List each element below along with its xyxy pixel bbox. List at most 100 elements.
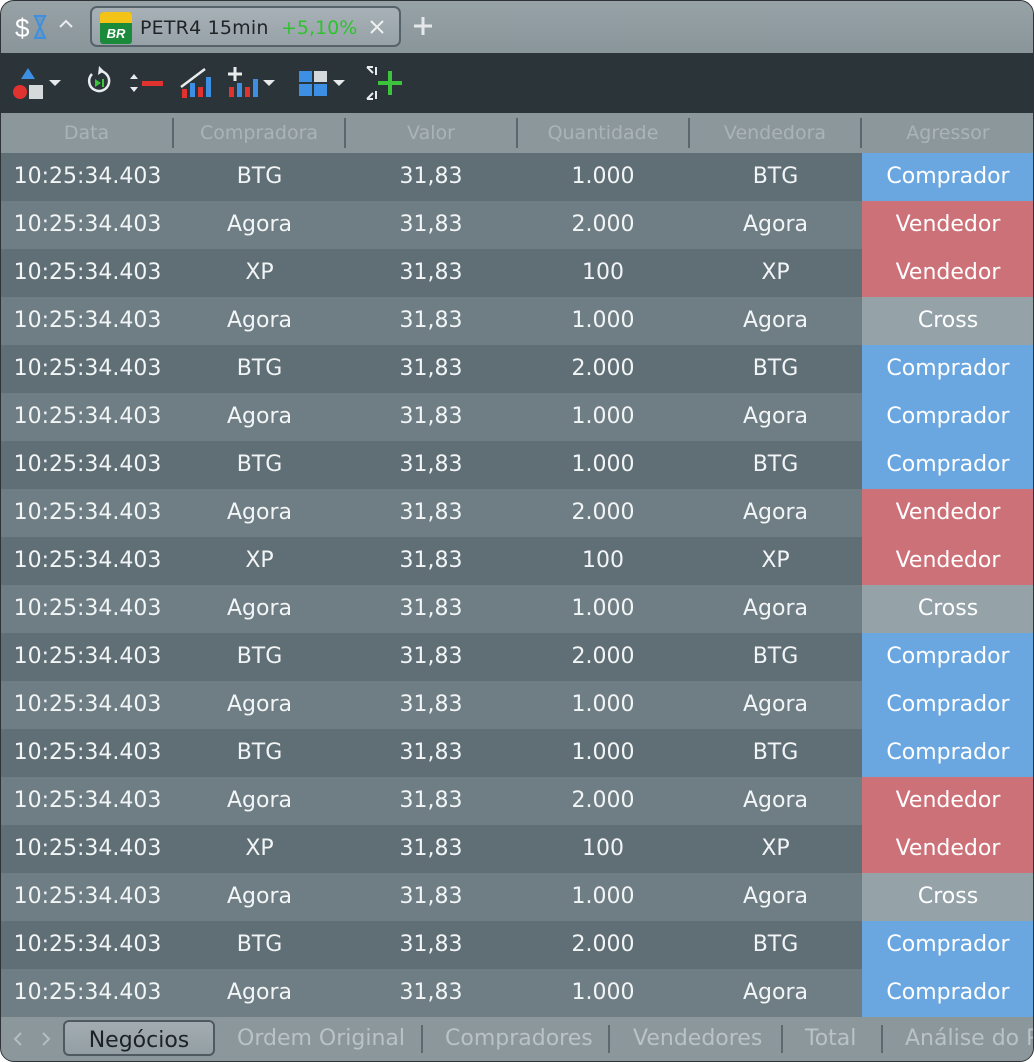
cell-quantidade: 1.000	[571, 308, 635, 333]
cell-compradora: Agora	[226, 308, 292, 333]
cell-quantidade: 100	[582, 836, 624, 861]
cell-quantidade: 1.000	[571, 692, 635, 717]
cell-vendedora: Agora	[742, 692, 808, 717]
tab-total[interactable]: Total	[805, 1020, 856, 1056]
cell-data: 10:25:34.403	[13, 404, 162, 429]
column-header-data[interactable]: Data	[1, 113, 172, 153]
cell-quantidade: 1.000	[571, 164, 635, 189]
cell-data: 10:25:34.403	[13, 596, 162, 621]
title-bar: $ BR PETR4 15min +5,10%	[1, 1, 1033, 53]
cell-valor: 31,83	[399, 404, 463, 429]
chevron-right-icon[interactable]	[39, 1031, 53, 1047]
tab-separator	[781, 1025, 783, 1053]
add-indicator-icon[interactable]	[225, 65, 279, 101]
cell-agressor: Comprador	[862, 345, 1033, 393]
chevron-up-icon[interactable]	[57, 15, 75, 33]
table-row[interactable]: 10:25:34.403 XP 31,83 100 XP Vendedor	[1, 825, 1033, 873]
column-header-vendedora[interactable]: Vendedora	[690, 113, 860, 153]
table-header: Data Compradora Valor Quantidade Vendedo…	[1, 113, 1033, 153]
reset-icon[interactable]	[83, 65, 115, 101]
cell-valor: 31,83	[399, 308, 463, 333]
tab-negocios[interactable]: Negócios	[63, 1020, 215, 1056]
dollar-hourglass-icon[interactable]: $	[15, 11, 51, 43]
cell-data: 10:25:34.403	[13, 788, 162, 813]
cell-quantidade: 100	[582, 548, 624, 573]
cell-quantidade: 2.000	[571, 644, 635, 669]
tab-separator	[421, 1025, 423, 1053]
tab-ordem-original[interactable]: Ordem Original	[237, 1020, 405, 1056]
table-row[interactable]: 10:25:34.403 XP 31,83 100 XP Vendedor	[1, 537, 1033, 585]
column-header-compradora[interactable]: Compradora	[174, 113, 344, 153]
table-row[interactable]: 10:25:34.403 BTG 31,83 2.000 BTG Comprador	[1, 633, 1033, 681]
cell-data: 10:25:34.403	[13, 692, 162, 717]
table-row[interactable]: 10:25:34.403 Agora 31,83 1.000 Agora Comprado…	[1, 681, 1033, 729]
table-row[interactable]: 10:25:34.403 BTG 31,83 1.000 BTG Comprador	[1, 729, 1033, 777]
zoom-out-icon[interactable]	[129, 65, 165, 101]
tab-compradores[interactable]: Compradores	[445, 1020, 593, 1056]
drawing-tools-icon[interactable]	[11, 65, 65, 101]
tab-analise[interactable]: Análise do P	[905, 1020, 1033, 1056]
cell-agressor: Vendedor	[862, 825, 1033, 873]
table-row[interactable]: 10:25:34.403 Agora 31,83 1.000 Agora Cross	[1, 297, 1033, 345]
cell-data: 10:25:34.403	[13, 260, 162, 285]
table-row[interactable]: 10:25:34.403 BTG 31,83 1.000 BTG Comprador	[1, 441, 1033, 489]
cell-quantidade: 1.000	[571, 980, 635, 1005]
candles-icon[interactable]	[179, 65, 215, 101]
cell-quantidade: 2.000	[571, 212, 635, 237]
cell-compradora: XP	[245, 548, 274, 573]
cell-valor: 31,83	[399, 884, 463, 909]
cell-compradora: BTG	[236, 452, 283, 477]
cell-data: 10:25:34.403	[13, 308, 162, 333]
close-icon[interactable]	[368, 18, 386, 36]
table-row[interactable]: 10:25:34.403 Agora 31,83 1.000 Agora Cross	[1, 585, 1033, 633]
tab-vendedores[interactable]: Vendedores	[633, 1020, 762, 1056]
cell-quantidade: 1.000	[571, 404, 635, 429]
cell-data: 10:25:34.403	[13, 644, 162, 669]
layout-icon[interactable]	[297, 65, 351, 101]
cell-vendedora: XP	[761, 260, 790, 285]
cell-vendedora: BTG	[752, 644, 799, 669]
table-row[interactable]: 10:25:34.403 Agora 31,83 1.000 Agora Comprado…	[1, 393, 1033, 441]
cell-valor: 31,83	[399, 788, 463, 813]
cell-agressor: Comprador	[862, 681, 1033, 729]
cell-vendedora: Agora	[742, 980, 808, 1005]
cell-quantidade: 2.000	[571, 356, 635, 381]
add-tab-icon[interactable]	[413, 16, 433, 36]
chart-tab[interactable]: BR PETR4 15min +5,10%	[90, 6, 401, 47]
column-header-agressor[interactable]: Agressor	[862, 113, 1033, 153]
cell-valor: 31,83	[399, 164, 463, 189]
toolbar	[1, 53, 1033, 113]
table-row[interactable]: 10:25:34.403 BTG 31,83 2.000 BTG Comprador	[1, 921, 1033, 969]
cell-compradora: Agora	[226, 788, 292, 813]
cell-compradora: BTG	[236, 644, 283, 669]
table-row[interactable]: 10:25:34.403 XP 31,83 100 XP Vendedor	[1, 249, 1033, 297]
tab-separator	[608, 1025, 610, 1053]
cell-compradora: XP	[245, 260, 274, 285]
cell-data: 10:25:34.403	[13, 452, 162, 477]
table-row[interactable]: 10:25:34.403 Agora 31,83 1.000 Agora Comprado…	[1, 969, 1033, 1017]
table-row[interactable]: 10:25:34.403 BTG 31,83 2.000 BTG Comprador	[1, 345, 1033, 393]
cell-agressor: Comprador	[862, 921, 1033, 969]
times-and-trades-window: $ BR PETR4 15min +5,10% Data Compradora …	[0, 0, 1034, 1062]
column-header-valor[interactable]: Valor	[346, 113, 516, 153]
cell-quantidade: 1.000	[571, 596, 635, 621]
table-row[interactable]: 10:25:34.403 BTG 31,83 1.000 BTG Comprador	[1, 153, 1033, 201]
column-header-quantidade[interactable]: Quantidade	[518, 113, 688, 153]
cell-agressor: Cross	[862, 297, 1033, 345]
tab-symbol-label: PETR4 15min	[140, 17, 269, 39]
cell-compradora: Agora	[226, 596, 292, 621]
cell-vendedora: Agora	[742, 788, 808, 813]
cell-agressor: Cross	[862, 585, 1033, 633]
cell-valor: 31,83	[399, 596, 463, 621]
cell-valor: 31,83	[399, 980, 463, 1005]
cell-compradora: BTG	[236, 164, 283, 189]
cell-vendedora: BTG	[752, 452, 799, 477]
table-row[interactable]: 10:25:34.403 Agora 31,83 2.000 Agora Vendedor	[1, 777, 1033, 825]
table-row[interactable]: 10:25:34.403 Agora 31,83 1.000 Agora Cross	[1, 873, 1033, 921]
cell-agressor: Vendedor	[862, 249, 1033, 297]
add-panel-icon[interactable]	[365, 65, 403, 101]
table-row[interactable]: 10:25:34.403 Agora 31,83 2.000 Agora Vendedor	[1, 201, 1033, 249]
cell-compradora: Agora	[226, 692, 292, 717]
chevron-left-icon[interactable]	[11, 1031, 25, 1047]
table-row[interactable]: 10:25:34.403 Agora 31,83 2.000 Agora Vendedor	[1, 489, 1033, 537]
